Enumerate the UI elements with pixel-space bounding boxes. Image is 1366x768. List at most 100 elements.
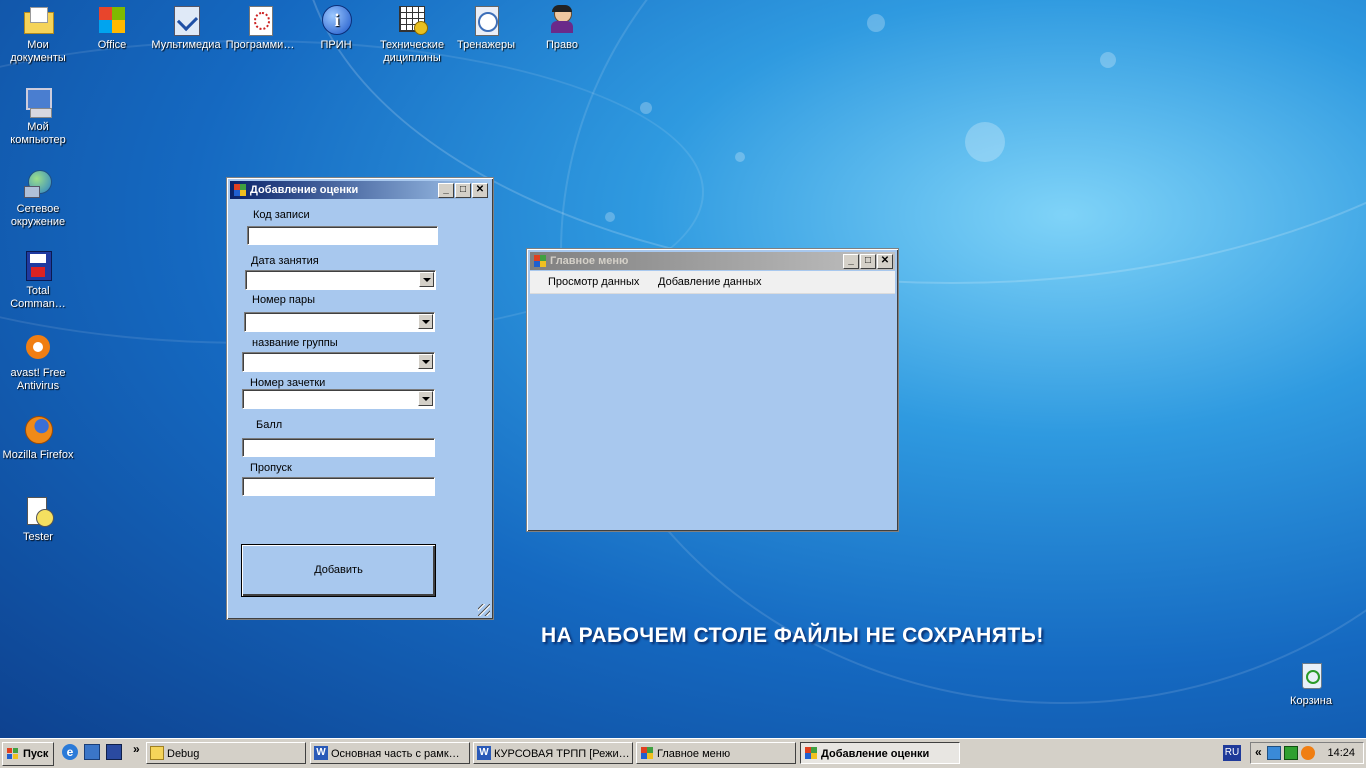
form-icon [233,183,247,197]
avast-icon [22,332,54,364]
task-label: Добавление оценки [821,748,930,760]
desktop-warning-text: НА РАБОЧЕМ СТОЛЕ ФАЙЛЫ НЕ СОХРАНЯТЬ! [541,624,1044,647]
lesson-number-combo[interactable] [244,312,435,332]
windows-logo-icon [7,748,19,760]
desktop-icon-label: Тренажеры [456,39,516,51]
desktop-icon-law[interactable]: Право [524,4,600,52]
folder-icon [150,746,164,760]
form-icon [533,254,547,268]
chevron-right-icon[interactable]: » [133,742,140,756]
desktop-icon-network[interactable]: Сетевое окружение [0,168,76,229]
menu-view-data[interactable]: Просмотр данных [548,276,639,288]
add-button-label: Добавить [314,564,363,576]
desktop-icon-label: Мои документы [10,39,66,64]
desktop-icon-label: Право [546,39,578,51]
office-logo-icon [96,4,128,36]
firefox-icon [22,414,54,446]
chevron-down-icon[interactable] [418,391,433,406]
minimize-button[interactable]: _ [438,183,454,198]
desktop-icon-label: Office [97,39,127,51]
task-label: Основная часть с рамк… [331,748,460,760]
total-commander-icon [22,250,54,282]
score-input[interactable] [242,438,435,457]
security-tray-icon[interactable] [1284,746,1298,760]
word-icon: W [314,746,328,760]
chevron-left-icon[interactable]: « [1255,745,1262,759]
form-icon [804,746,818,760]
clock[interactable]: 14:24 [1327,745,1355,761]
desktop-icon-label: Программи… [225,39,295,51]
task-label: Debug [167,748,200,760]
window-title: Добавление оценки [250,184,359,196]
score-label: Балл [256,419,283,431]
close-button[interactable]: ✕ [472,183,488,198]
taskbar-item-add-grade[interactable]: Добавление оценки [800,742,960,764]
resize-grip-icon[interactable] [478,604,490,616]
taskbar-item-word-main[interactable]: W Основная часть с рамк… [310,742,470,764]
start-button[interactable]: Пуск [2,742,54,766]
desktop-icon-label: Total Comman… [10,285,66,310]
record-book-combo[interactable] [242,389,435,409]
minimize-button[interactable]: _ [843,254,859,269]
technical-icon [396,4,428,36]
group-name-label: название группы [252,337,338,349]
avast-tray-icon[interactable] [1301,746,1315,760]
close-button[interactable]: ✕ [877,254,893,269]
desktop-icon-label: Корзина [1290,695,1332,707]
language-indicator[interactable]: RU [1223,745,1241,761]
ie-icon[interactable]: e [62,744,78,760]
record-code-input[interactable] [247,226,438,245]
desktop-icon-programming[interactable]: Программи… [222,4,298,52]
save-icon[interactable] [106,744,122,760]
desktop-icon-firefox[interactable]: Mozilla Firefox [0,414,76,462]
network-tray-icon[interactable] [1267,746,1281,760]
add-grade-window[interactable]: Добавление оценки _ □ ✕ Код записи Дата … [226,177,494,620]
desktop-icon-label: Tester [23,531,53,543]
taskbar-item-main-menu[interactable]: Главное меню [636,742,796,764]
folder-documents-icon [22,4,54,36]
info-icon: i [320,4,352,36]
system-tray: « 14:24 [1250,742,1364,764]
group-name-combo[interactable] [242,352,435,372]
chevron-down-icon[interactable] [418,314,433,329]
desktop-icon-tester[interactable]: Tester [0,496,76,544]
maximize-button[interactable]: □ [455,183,471,198]
taskbar-item-word-course[interactable]: W КУРСОВАЯ ТРПП [Режи… [473,742,633,764]
desktop-icon-prin[interactable]: i ПРИН [298,4,374,52]
desktop-icon-technical[interactable]: Технические дициплины [374,4,450,65]
main-menu-titlebar[interactable]: Главное меню _ □ ✕ [530,252,895,270]
main-menu-window[interactable]: Главное меню _ □ ✕ Просмотр данных Добав… [526,248,899,532]
lesson-date-combo[interactable] [245,270,436,290]
multimedia-icon [170,4,202,36]
add-button[interactable]: Добавить [241,544,436,597]
taskbar: Пуск e » Debug W Основная часть с рамк… … [0,738,1366,768]
chevron-down-icon[interactable] [419,272,434,287]
window-title: Главное меню [550,255,629,267]
menu-bar: Просмотр данных Добавление данных [530,271,895,294]
desktop-icon-recycle-bin[interactable]: Корзина [1273,660,1349,708]
desktop-icon-my-computer[interactable]: Мой компьютер [0,86,76,147]
record-book-label: Номер зачетки [250,377,326,389]
task-label: Главное меню [657,748,731,760]
taskbar-item-debug[interactable]: Debug [146,742,306,764]
add-grade-titlebar[interactable]: Добавление оценки _ □ ✕ [230,181,490,199]
absence-input[interactable] [242,477,435,496]
trainers-icon [470,4,502,36]
desktop-icon-avast[interactable]: avast! Free Antivirus [0,332,76,393]
menu-add-data[interactable]: Добавление данных [658,276,761,288]
start-label: Пуск [23,748,49,760]
lesson-number-label: Номер пары [252,294,316,306]
task-label: КУРСОВАЯ ТРПП [Режи… [494,748,630,760]
desktop-icon-total-commander[interactable]: Total Comman… [0,250,76,311]
desktop-icon-my-documents[interactable]: Мои документы [0,4,76,65]
chevron-down-icon[interactable] [418,354,433,369]
recycle-bin-icon [1295,660,1327,692]
desktop-icon-label: Сетевое окружение [10,203,66,228]
law-icon [546,4,578,36]
desktop-icon-office[interactable]: Office [74,4,150,52]
maximize-button[interactable]: □ [860,254,876,269]
desktop-icon-trainers[interactable]: Тренажеры [448,4,524,52]
lesson-date-label: Дата занятия [251,255,319,267]
desktop-icon[interactable] [84,744,100,760]
desktop-icon-multimedia[interactable]: Мультимедиа [148,4,224,52]
